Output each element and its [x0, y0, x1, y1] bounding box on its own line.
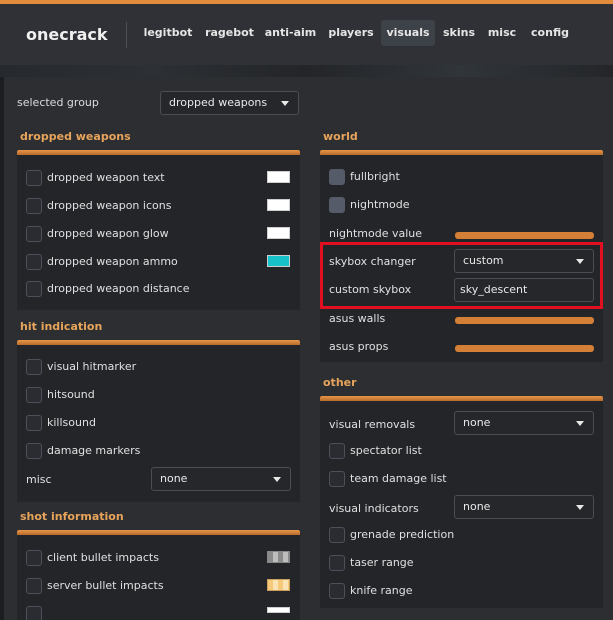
custom-skybox-label: custom skybox [329, 283, 412, 296]
header-bar: onecrack legitbot ragebot anti-aim playe… [0, 4, 613, 65]
tab-anti-aim[interactable]: anti-aim [262, 20, 319, 46]
section-title-dropped-weapons: dropped weapons [20, 130, 131, 143]
skybox-changer-label: skybox changer [329, 255, 416, 268]
dropped-weapon-glow-label: dropped weapon glow [47, 227, 169, 240]
team-damage-list-checkbox[interactable] [329, 471, 345, 487]
asus-walls-label: asus walls [329, 312, 386, 325]
dropped-weapon-distance-checkbox[interactable] [26, 281, 42, 297]
visual-indicators-value: none [463, 500, 491, 513]
section-title-other: other [323, 376, 357, 389]
dropped-weapon-icons-color[interactable] [267, 199, 290, 211]
fullbright-checkbox[interactable] [329, 169, 345, 185]
taser-range-label: taser range [350, 556, 414, 569]
asus-walls-slider[interactable] [455, 317, 594, 324]
dropped-weapon-ammo-checkbox[interactable] [26, 254, 42, 270]
dropped-weapon-text-checkbox[interactable] [26, 170, 42, 186]
dropped-weapon-ammo-color[interactable] [267, 255, 290, 267]
asus-props-label: asus props [329, 340, 389, 353]
shot-information-box [17, 530, 300, 620]
killsound-label: killsound [47, 416, 96, 429]
selected-group-dropdown[interactable]: dropped weapons [160, 91, 299, 115]
nightmode-label: nightmode [350, 198, 410, 211]
tab-config[interactable]: config [527, 20, 573, 46]
dropped-weapon-glow-color[interactable] [267, 227, 290, 239]
client-bullet-impacts-checkbox[interactable] [26, 550, 42, 566]
section-title-world: world [323, 130, 358, 143]
dropped-weapon-text-label: dropped weapon text [47, 171, 165, 184]
grenade-prediction-checkbox[interactable] [329, 527, 345, 543]
spectator-list-checkbox[interactable] [329, 443, 345, 459]
dropped-weapon-distance-label: dropped weapon distance [47, 282, 190, 295]
chevron-down-icon [576, 259, 584, 264]
fullbright-label: fullbright [350, 170, 400, 183]
misc-dropdown[interactable]: none [151, 467, 291, 491]
chevron-down-icon [576, 505, 584, 510]
client-bullet-impacts-label: client bullet impacts [47, 551, 159, 564]
hitsound-label: hitsound [47, 388, 95, 401]
dropped-weapon-text-color[interactable] [267, 171, 290, 183]
damage-markers-checkbox[interactable] [26, 443, 42, 459]
selected-group-value: dropped weapons [169, 96, 268, 109]
visual-removals-value: none [463, 416, 491, 429]
background-strip [0, 65, 613, 77]
misc-dropdown-value: none [160, 472, 188, 485]
client-bullet-impacts-color[interactable] [267, 551, 290, 563]
damage-markers-label: damage markers [47, 444, 141, 457]
nightmode-value-slider[interactable] [455, 232, 594, 239]
skybox-changer-dropdown[interactable]: custom [454, 249, 594, 273]
chevron-down-icon [273, 477, 281, 482]
skybox-changer-value: custom [463, 254, 504, 267]
hitsound-checkbox[interactable] [26, 387, 42, 403]
visual-indicators-dropdown[interactable]: none [454, 495, 594, 519]
asus-props-slider[interactable] [455, 345, 594, 352]
chevron-down-icon [281, 101, 289, 106]
visual-removals-dropdown[interactable]: none [454, 411, 594, 435]
header-divider [126, 22, 127, 48]
tab-legitbot[interactable]: legitbot [139, 20, 197, 46]
knife-range-label: knife range [350, 584, 413, 597]
server-bullet-impacts-label: server bullet impacts [47, 579, 164, 592]
section-accent-bar [17, 150, 300, 155]
visual-hitmarker-checkbox[interactable] [26, 359, 42, 375]
misc-label: misc [26, 473, 52, 486]
section-title-hit-indication: hit indication [20, 320, 103, 333]
visual-removals-label: visual removals [329, 418, 416, 431]
team-damage-list-label: team damage list [350, 472, 447, 485]
dropped-weapon-icons-checkbox[interactable] [26, 198, 42, 214]
tab-skins[interactable]: skins [439, 20, 479, 46]
brand-logo: onecrack [26, 25, 108, 44]
nightmode-checkbox[interactable] [329, 197, 345, 213]
spectator-list-label: spectator list [350, 444, 422, 457]
nightmode-value-label: nightmode value [329, 227, 423, 240]
partial-row-checkbox[interactable] [26, 606, 42, 620]
dropped-weapon-icons-label: dropped weapon icons [47, 199, 172, 212]
chevron-down-icon [576, 421, 584, 426]
dropped-weapon-ammo-label: dropped weapon ammo [47, 255, 178, 268]
grenade-prediction-label: grenade prediction [350, 528, 455, 541]
killsound-checkbox[interactable] [26, 415, 42, 431]
server-bullet-impacts-color[interactable] [267, 579, 290, 591]
section-accent-bar [17, 340, 300, 345]
tab-ragebot[interactable]: ragebot [201, 20, 258, 46]
section-accent-bar [320, 396, 603, 401]
selected-group-label: selected group [17, 96, 99, 109]
tab-players[interactable]: players [323, 20, 379, 46]
section-accent-bar [17, 530, 300, 535]
partial-row-color[interactable] [267, 607, 290, 613]
visual-hitmarker-label: visual hitmarker [47, 360, 137, 373]
section-title-shot-information: shot information [20, 510, 124, 523]
tab-visuals[interactable]: visuals [381, 20, 435, 46]
dropped-weapon-glow-checkbox[interactable] [26, 226, 42, 242]
taser-range-checkbox[interactable] [329, 555, 345, 571]
visual-indicators-label: visual indicators [329, 502, 419, 515]
section-accent-bar [320, 150, 603, 155]
server-bullet-impacts-checkbox[interactable] [26, 578, 42, 594]
custom-skybox-input[interactable]: sky_descent [454, 278, 594, 302]
tab-misc[interactable]: misc [484, 20, 520, 46]
knife-range-checkbox[interactable] [329, 583, 345, 599]
